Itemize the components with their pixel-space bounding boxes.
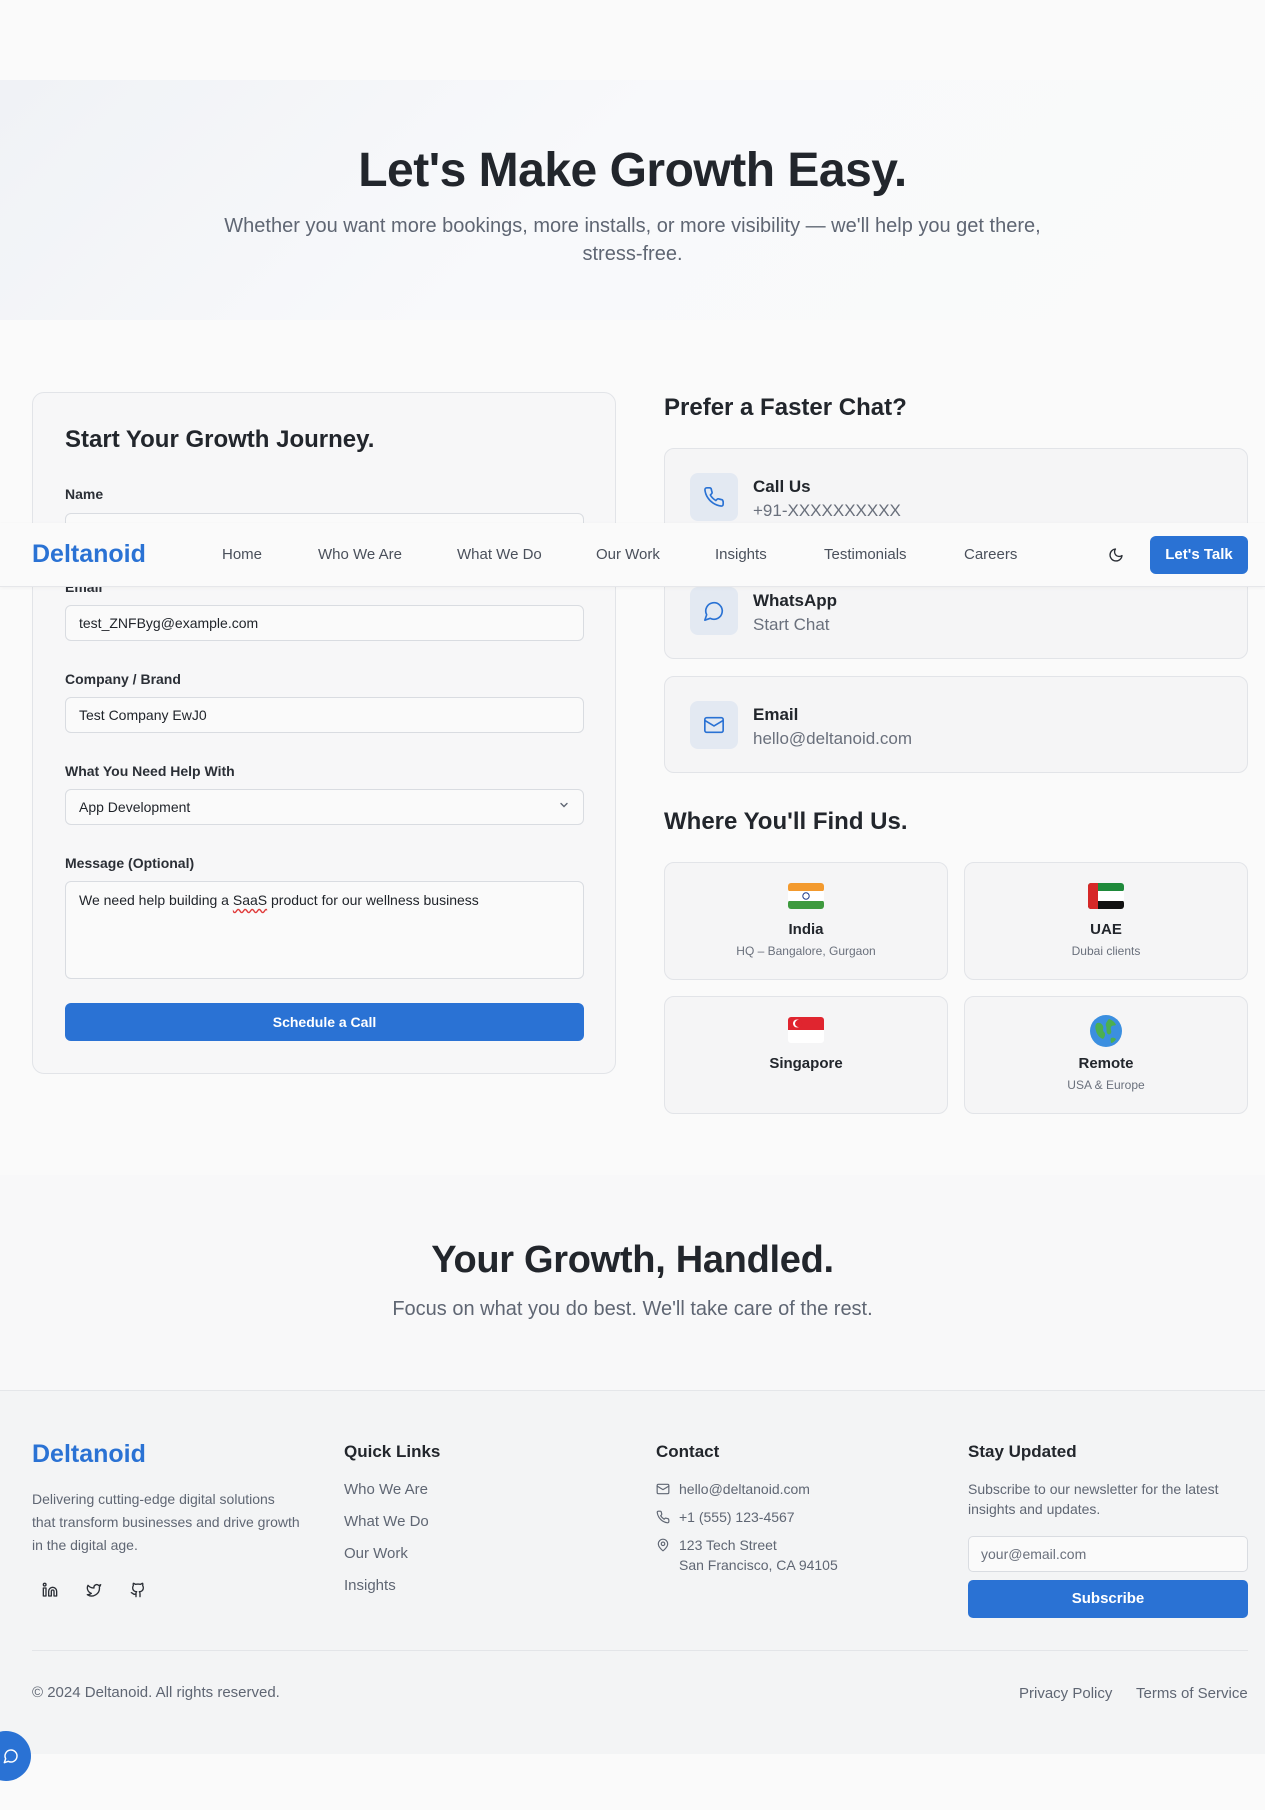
newsletter-description: Subscribe to our newsletter for the late… xyxy=(968,1481,1219,1517)
footer-address-line2: San Francisco, CA 94105 xyxy=(679,1557,838,1573)
schedule-call-button[interactable]: Schedule a Call xyxy=(65,1003,584,1041)
cta-section: Your Growth, Handled. Focus on what you … xyxy=(0,1175,1265,1390)
footer-contact-address: 123 Tech Street San Francisco, CA 94105 xyxy=(656,1535,838,1575)
location-card-singapore: Singapore xyxy=(664,996,948,1114)
nav-testimonials[interactable]: Testimonials xyxy=(824,546,907,563)
name-label: Name xyxy=(65,486,104,502)
location-card-remote: Remote USA & Europe xyxy=(964,996,1248,1114)
footer-description: Delivering cutting-edge digital solution… xyxy=(32,1491,300,1553)
footer-divider xyxy=(32,1650,1248,1651)
lets-talk-button[interactable]: Let's Talk xyxy=(1150,536,1248,574)
hero-title: Let's Make Growth Easy. xyxy=(358,144,907,197)
message-label: Message (Optional) xyxy=(65,855,195,871)
moon-icon[interactable] xyxy=(1104,543,1128,567)
cta-subtitle: Focus on what you do best. We'll take ca… xyxy=(392,1298,873,1320)
footer-link-what-we-do[interactable]: What We Do xyxy=(344,1513,429,1530)
nav-what-we-do[interactable]: What We Do xyxy=(457,546,542,563)
footer-contact-phone[interactable]: +1 (555) 123-4567 xyxy=(656,1507,795,1527)
location-sub: Dubai clients xyxy=(1071,944,1141,958)
hero-subtitle: Whether you want more bookings, more ins… xyxy=(224,215,1041,265)
call-card-title: Call Us xyxy=(753,477,811,496)
locations-title: Where You'll Find Us. xyxy=(664,808,908,835)
email-card-value: hello@deltanoid.com xyxy=(753,729,913,748)
nav-careers[interactable]: Careers xyxy=(964,546,1017,563)
linkedin-icon[interactable] xyxy=(38,1578,62,1602)
location-card-india: India HQ – Bangalore, Gurgaon xyxy=(664,862,948,980)
phone-icon xyxy=(656,1510,670,1524)
whatsapp-card-title: WhatsApp xyxy=(753,591,838,610)
form-title: Start Your Growth Journey. xyxy=(65,426,375,453)
location-name: India xyxy=(788,921,824,938)
subscribe-button[interactable]: Subscribe xyxy=(968,1580,1248,1618)
faster-chat-title: Prefer a Faster Chat? xyxy=(664,394,907,421)
message-textarea[interactable]: We need help building a SaaS product for… xyxy=(65,881,584,979)
newsletter-email-input[interactable]: your@email.com xyxy=(968,1536,1248,1572)
cta-title: Your Growth, Handled. xyxy=(431,1239,834,1281)
nav-our-work[interactable]: Our Work xyxy=(596,546,660,563)
company-field[interactable]: Test Company EwJ0 xyxy=(65,697,584,733)
india-flag-icon xyxy=(665,883,947,913)
hero-section: Let's Make Growth Easy. Whether you want… xyxy=(0,80,1265,320)
chat-icon xyxy=(690,587,738,635)
mail-icon xyxy=(690,701,738,749)
footer-email-text: hello@deltanoid.com xyxy=(679,1481,810,1497)
footer-address-line1: 123 Tech Street xyxy=(679,1537,777,1553)
location-card-uae: UAE Dubai clients xyxy=(964,862,1248,980)
help-select[interactable]: App Development xyxy=(65,789,584,825)
message-text-start: We need help building a xyxy=(79,892,233,908)
quick-links-heading: Quick Links xyxy=(344,1442,441,1461)
email-card[interactable]: Email hello@deltanoid.com xyxy=(664,676,1248,773)
phone-icon xyxy=(690,473,738,521)
twitter-icon[interactable] xyxy=(82,1578,106,1602)
help-label: What You Need Help With xyxy=(65,763,235,779)
location-name: UAE xyxy=(1090,921,1122,938)
github-icon[interactable] xyxy=(126,1578,150,1602)
singapore-flag-icon xyxy=(665,1017,947,1047)
top-navbar: Deltanoid Home Who We Are What We Do Our… xyxy=(0,523,1265,587)
newsletter-heading: Stay Updated xyxy=(968,1442,1077,1461)
uae-flag-icon xyxy=(965,883,1247,913)
terms-of-service-link[interactable]: Terms of Service xyxy=(1136,1685,1248,1702)
location-sub: USA & Europe xyxy=(1067,1078,1145,1092)
footer-contact-email[interactable]: hello@deltanoid.com xyxy=(656,1479,810,1499)
globe-icon xyxy=(965,1015,1247,1047)
chat-bubble-icon xyxy=(3,1749,18,1764)
footer: Deltanoid Delivering cutting-edge digita… xyxy=(0,1390,1265,1754)
map-pin-icon xyxy=(657,1538,669,1552)
location-name: Remote xyxy=(1078,1055,1134,1072)
whatsapp-card-value: Start Chat xyxy=(753,615,830,634)
copyright-text: © 2024 Deltanoid. All rights reserved. xyxy=(32,1684,280,1701)
nav-who-we-are[interactable]: Who We Are xyxy=(318,546,402,563)
help-select-value: App Development xyxy=(79,799,191,815)
chevron-down-icon xyxy=(558,790,570,824)
location-name: Singapore xyxy=(769,1055,843,1072)
call-card-value: +91-XXXXXXXXXX xyxy=(753,501,901,520)
footer-link-insights[interactable]: Insights xyxy=(344,1577,396,1594)
contact-heading: Contact xyxy=(656,1442,720,1461)
footer-brand[interactable]: Deltanoid xyxy=(32,1440,146,1469)
message-misspelled-word: SaaS xyxy=(232,892,268,908)
brand-logo[interactable]: Deltanoid xyxy=(32,540,146,569)
privacy-policy-link[interactable]: Privacy Policy xyxy=(1019,1685,1112,1702)
footer-phone-text: +1 (555) 123-4567 xyxy=(679,1509,795,1525)
email-field[interactable]: test_ZNFByg@example.com xyxy=(65,605,584,641)
email-card-title: Email xyxy=(753,705,799,724)
contact-form-card: Start Your Growth Journey. Name Email te… xyxy=(32,392,616,1074)
company-label: Company / Brand xyxy=(65,671,181,687)
message-text-end: product for our wellness business xyxy=(267,892,479,908)
location-sub: HQ – Bangalore, Gurgaon xyxy=(736,944,876,958)
footer-link-who-we-are[interactable]: Who We Are xyxy=(344,1481,428,1498)
nav-insights[interactable]: Insights xyxy=(715,546,767,563)
nav-home[interactable]: Home xyxy=(222,546,262,563)
mail-icon xyxy=(656,1483,670,1495)
footer-link-our-work[interactable]: Our Work xyxy=(344,1545,408,1562)
